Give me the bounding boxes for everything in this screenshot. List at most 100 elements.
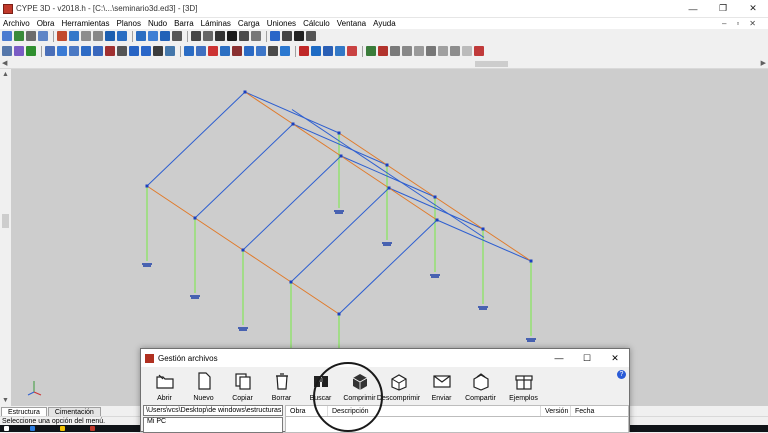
borrar-button[interactable]: Borrar (262, 369, 301, 402)
toolbar-tool-icon[interactable] (239, 31, 249, 41)
toolbar-tool-icon[interactable] (232, 46, 242, 56)
toolbar-tool-icon[interactable] (390, 46, 400, 56)
rafter-beam[interactable] (194, 123, 294, 219)
structure-node[interactable] (289, 280, 293, 284)
toolbar-tool-icon[interactable] (426, 46, 436, 56)
structure-node[interactable] (339, 154, 343, 158)
enviar-button[interactable]: Enviar (422, 369, 461, 402)
toolbar-tool-icon[interactable] (93, 46, 103, 56)
vertical-scroll-thumb[interactable] (2, 214, 9, 228)
toolbar-tool-icon[interactable] (347, 46, 357, 56)
toolbar-tool-icon[interactable] (450, 46, 460, 56)
rafter-beam[interactable] (388, 187, 484, 230)
rafter-beam[interactable] (242, 155, 342, 251)
toolbar-tool-icon[interactable] (153, 46, 163, 56)
toolbar-tool-icon[interactable] (306, 31, 316, 41)
structure-node[interactable] (435, 218, 439, 222)
toolbar-tool-icon[interactable] (81, 31, 91, 41)
taskbar-app-icon[interactable] (30, 426, 35, 431)
dialog-minimize-button[interactable]: — (545, 349, 573, 367)
toolbar-tool-icon[interactable] (26, 31, 36, 41)
menu-uniones[interactable]: Uniones (264, 19, 300, 28)
toolbar-tool-icon[interactable] (208, 46, 218, 56)
toolbar-tool-icon[interactable] (57, 31, 67, 41)
eave-beam[interactable] (434, 196, 484, 230)
toolbar-tool-icon[interactable] (438, 46, 448, 56)
structure-node[interactable] (337, 131, 341, 135)
purlin[interactable] (387, 173, 437, 206)
toolbar-tool-icon[interactable] (172, 31, 182, 41)
column-version[interactable]: Versión (541, 406, 571, 416)
ejemplos-button[interactable]: Ejemplos (504, 369, 543, 402)
menu-archivo[interactable]: Archivo (0, 19, 34, 28)
toolbar-tool-icon[interactable] (141, 46, 151, 56)
mdi-restore-button[interactable]: ▫ (736, 19, 739, 28)
toolbar-tool-icon[interactable] (117, 46, 127, 56)
scroll-right-icon[interactable]: ▶ (761, 59, 766, 67)
toolbar-tool-icon[interactable] (129, 46, 139, 56)
foundation-support[interactable] (334, 210, 344, 214)
menu-laminas[interactable]: Láminas (198, 19, 235, 28)
ridge-beam[interactable] (292, 123, 342, 157)
abrir-button[interactable]: Abrir (145, 369, 184, 402)
toolbar-tool-icon[interactable] (203, 31, 213, 41)
menu-ventana[interactable]: Ventana (334, 19, 370, 28)
purlin[interactable] (291, 109, 341, 142)
ridge-beam[interactable] (340, 155, 390, 189)
help-icon[interactable]: ? (617, 370, 626, 379)
start-icon[interactable] (4, 426, 9, 431)
folder-tree[interactable]: Mi PC (143, 417, 283, 433)
menu-herramientas[interactable]: Herramientas (58, 19, 113, 28)
toolbar-tool-icon[interactable] (81, 46, 91, 56)
tab-estructura[interactable]: Estructura (1, 407, 47, 416)
compartir-button[interactable]: Compartir (461, 369, 500, 402)
structure-node[interactable] (337, 312, 341, 316)
foundation-support[interactable] (190, 295, 200, 299)
toolbar-tool-icon[interactable] (268, 46, 278, 56)
structure-node[interactable] (481, 227, 485, 231)
horizontal-scrollbar[interactable]: ◀ ▶ (0, 59, 768, 69)
column-fecha[interactable]: Fecha (571, 406, 628, 416)
toolbar-tool-icon[interactable] (69, 46, 79, 56)
dialog-close-button[interactable]: ✕ (601, 349, 629, 367)
menu-calculo[interactable]: Cálculo (300, 19, 334, 28)
toolbar-tool-icon[interactable] (2, 31, 12, 41)
toolbar-tool-icon[interactable] (311, 46, 321, 56)
menu-carga[interactable]: Carga (235, 19, 264, 28)
structure-node[interactable] (145, 184, 149, 188)
toolbar-tool-icon[interactable] (69, 31, 79, 41)
toolbar-tool-icon[interactable] (14, 31, 24, 41)
toolbar-tool-icon[interactable] (184, 46, 194, 56)
toolbar-tool-icon[interactable] (220, 46, 230, 56)
vertical-scrollbar[interactable]: ▲ ▼ (0, 69, 11, 406)
rafter-beam[interactable] (244, 91, 340, 134)
purlin[interactable] (435, 205, 485, 238)
toolbar-tool-icon[interactable] (280, 46, 290, 56)
eave-beam[interactable] (290, 281, 340, 315)
toolbar-tool-icon[interactable] (196, 46, 206, 56)
copiar-button[interactable]: Copiar (223, 369, 262, 402)
toolbar-tool-icon[interactable] (227, 31, 237, 41)
toolbar-tool-icon[interactable] (294, 31, 304, 41)
menu-planos[interactable]: Planos (114, 19, 145, 28)
tab-cimentacion[interactable]: Cimentación (47, 407, 101, 416)
toolbar-tool-icon[interactable] (378, 46, 388, 56)
rafter-beam[interactable] (436, 219, 532, 262)
toolbar-tool-icon[interactable] (2, 46, 12, 56)
eave-beam[interactable] (482, 228, 532, 262)
toolbar-tool-icon[interactable] (191, 31, 201, 41)
toolbar-tool-icon[interactable] (136, 31, 146, 41)
eave-beam[interactable] (338, 132, 388, 166)
structure-node[interactable] (243, 90, 247, 94)
toolbar-tool-icon[interactable] (45, 46, 55, 56)
menu-barra[interactable]: Barra (171, 19, 198, 28)
rafter-beam[interactable] (146, 91, 246, 187)
foundation-support[interactable] (526, 338, 536, 342)
toolbar-tool-icon[interactable] (414, 46, 424, 56)
ridge-beam[interactable] (388, 187, 438, 221)
horizontal-scroll-thumb[interactable] (475, 61, 508, 67)
foundation-support[interactable] (478, 306, 488, 310)
toolbar-tool-icon[interactable] (57, 46, 67, 56)
structure-node[interactable] (385, 163, 389, 167)
toolbar-tool-icon[interactable] (215, 31, 225, 41)
